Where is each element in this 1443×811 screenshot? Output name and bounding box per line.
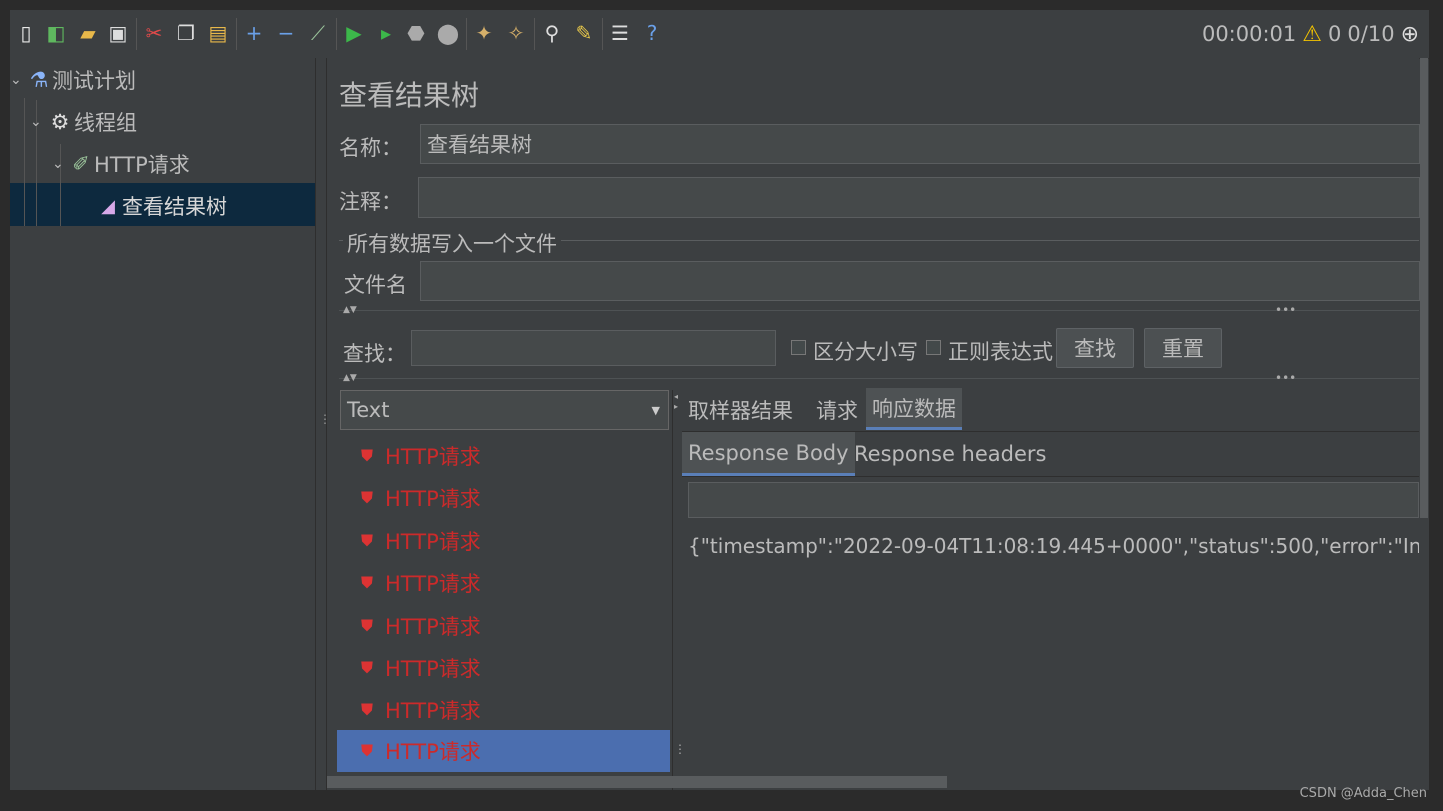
tree-node-result-tree[interactable]: ◢ 查看结果树 — [94, 186, 227, 226]
warning-count: 0 — [1328, 22, 1342, 46]
tab-response-body[interactable]: Response Body — [682, 432, 855, 476]
error-shield-icon: ⛊ — [361, 573, 374, 592]
horizontal-splitter[interactable]: ▲▼ ••• — [339, 371, 1419, 387]
function-helper-icon[interactable]: ☰ — [608, 20, 632, 46]
chevron-down-icon[interactable]: ⌄ — [10, 72, 26, 88]
window-frame-bottom — [0, 790, 1443, 811]
pipette-icon: ✐ — [72, 152, 90, 176]
result-tree-panel: 查看结果树 名称： 查看结果树 注释： 所有数据写入一个文件 文件名 ▲▼ ••… — [327, 58, 1428, 790]
page-title: 查看结果树 — [339, 79, 480, 112]
name-label: 名称： — [339, 136, 402, 160]
window-frame-left — [0, 0, 10, 811]
list-item[interactable]: ⛊ HTTP请求 — [339, 477, 672, 519]
filename-field[interactable] — [420, 261, 1420, 301]
reset-search-icon[interactable]: ✎ — [572, 20, 596, 46]
start-no-pause-icon[interactable]: ▸ — [374, 20, 398, 46]
status-bar: 00:00:01 ⚠ 0 0/10 ⊕ — [1202, 18, 1419, 50]
tree-node-label: HTTP请求 — [94, 153, 190, 177]
tab-response-headers[interactable]: Response headers — [848, 434, 1052, 474]
help-icon[interactable]: ? — [640, 20, 664, 46]
split-pane-divider[interactable]: ⋮ — [316, 58, 331, 790]
renderer-selected: Text — [347, 398, 390, 422]
clear-icon[interactable]: ✦ — [472, 20, 496, 46]
list-item[interactable]: ⛊ HTTP请求 — [339, 520, 672, 562]
list-item[interactable]: ⛊ HTTP请求 — [339, 689, 672, 731]
chevron-down-icon[interactable]: ⌄ — [30, 114, 46, 130]
save-icon[interactable]: ▣ — [106, 20, 130, 46]
comment-field[interactable] — [418, 177, 1420, 218]
search-label: 查找： — [343, 342, 406, 366]
start-icon[interactable]: ▶ — [342, 20, 366, 46]
thread-count: 0/10 — [1347, 22, 1395, 46]
watermark: CSDN @Adda_Chen — [1299, 786, 1427, 801]
error-shield-icon: ⛊ — [361, 658, 374, 677]
error-shield-icon: ⛊ — [361, 531, 374, 550]
sample-list-panel: Text ▼ ⛊ HTTP请求 ⛊ HTTP请求 ⛊ HTTP请求 ⛊ HTTP… — [337, 390, 672, 772]
error-shield-icon: ⛊ — [361, 488, 374, 507]
tree-node-http-request[interactable]: ⌄ ✐ HTTP请求 — [52, 144, 190, 184]
response-body-text[interactable]: {"timestamp":"2022-09-04T11:08:19.445+00… — [688, 534, 1419, 558]
test-plan-tree: ⌄ ⚗ 测试计划 ⌄ ⚙ 线程组 ⌄ ✐ HTTP请求 ◢ 查看结果树 — [10, 58, 316, 790]
reset-button[interactable]: 重置 — [1144, 328, 1222, 368]
tab-sampler-result[interactable]: 取样器结果 — [682, 390, 799, 430]
filename-label: 文件名 — [344, 273, 407, 297]
horizontal-splitter[interactable]: ▲▼ ••• — [339, 303, 1419, 319]
cut-icon[interactable]: ✂ — [142, 20, 166, 46]
regex-label: 正则表达式 — [948, 340, 1053, 364]
find-button[interactable]: 查找 — [1056, 328, 1134, 368]
window-frame-right — [1429, 0, 1443, 811]
error-shield-icon: ⛊ — [361, 616, 374, 635]
regex-checkbox[interactable] — [926, 340, 941, 355]
vertical-scrollbar[interactable] — [1420, 58, 1428, 518]
list-detail-divider[interactable]: ◂ ▸ ⋮ — [672, 390, 686, 790]
tab-request[interactable]: 请求 — [810, 390, 864, 430]
error-shield-icon: ⛊ — [361, 741, 374, 760]
expand-icon[interactable]: + — [242, 20, 266, 46]
result-detail-panel: 取样器结果 请求 响应数据 Response Body Response hea… — [682, 388, 1419, 790]
case-sensitive-checkbox[interactable] — [791, 340, 806, 355]
toolbar: ▯ ◧ ▰ ▣ ✂ ❐ ▤ + − ⟋ ▶ ▸ ⬣ ⬤ ✦ ✧ ⚲ ✎ ☰ ? … — [10, 10, 1429, 59]
open-icon[interactable]: ▰ — [76, 20, 100, 46]
renderer-select[interactable]: Text ▼ — [340, 390, 669, 430]
paste-icon[interactable]: ▤ — [206, 20, 230, 46]
tab-response-data[interactable]: 响应数据 — [866, 388, 962, 430]
list-item[interactable]: ⛊ HTTP请求 — [339, 605, 672, 647]
stop-icon[interactable]: ⬣ — [404, 20, 428, 46]
case-sensitive-label: 区分大小写 — [813, 340, 918, 364]
search-icon[interactable]: ⚲ — [540, 20, 564, 46]
clear-all-icon[interactable]: ✧ — [504, 20, 528, 46]
chevron-down-icon: ▼ — [651, 403, 660, 417]
tree-node-label: 查看结果树 — [122, 195, 227, 219]
tree-node-test-plan[interactable]: ⌄ ⚗ 测试计划 — [10, 60, 136, 100]
flask-icon: ⚗ — [29, 68, 49, 92]
error-shield-icon: ⛊ — [361, 700, 374, 719]
list-item[interactable]: ⛊ HTTP请求 — [339, 647, 672, 689]
new-icon[interactable]: ▯ — [14, 20, 38, 46]
copy-icon[interactable]: ❐ — [174, 20, 198, 46]
tree-node-thread-group[interactable]: ⌄ ⚙ 线程组 — [30, 102, 137, 142]
window-frame-top — [0, 0, 1443, 10]
list-item-selected[interactable]: ⛊ HTTP请求 — [337, 730, 670, 772]
response-search-field[interactable] — [688, 482, 1419, 518]
list-item[interactable]: ⛊ HTTP请求 — [339, 435, 672, 477]
tree-node-label: 线程组 — [74, 111, 137, 135]
timer: 00:00:01 — [1201, 22, 1297, 46]
list-item[interactable]: ⛊ HTTP请求 — [339, 562, 672, 604]
file-section-title: 所有数据写入一个文件 — [343, 228, 561, 258]
error-shield-icon: ⛊ — [361, 446, 374, 465]
name-field[interactable]: 查看结果树 — [420, 124, 1420, 164]
tree-node-label: 测试计划 — [52, 69, 136, 93]
horizontal-scrollbar[interactable] — [327, 776, 947, 788]
remote-status-icon[interactable]: ⊕ — [1401, 22, 1419, 47]
chevron-down-icon[interactable]: ⌄ — [52, 156, 68, 172]
shutdown-icon[interactable]: ⬤ — [436, 20, 460, 46]
search-input[interactable] — [411, 330, 776, 366]
warning-icon[interactable]: ⚠ — [1302, 22, 1322, 47]
comment-label: 注释： — [339, 190, 402, 214]
toggle-icon[interactable]: ⟋ — [306, 20, 330, 46]
collapse-icon[interactable]: − — [274, 20, 298, 46]
gear-icon: ⚙ — [50, 110, 70, 134]
chart-icon: ◢ — [101, 195, 115, 217]
templates-icon[interactable]: ◧ — [44, 20, 68, 46]
